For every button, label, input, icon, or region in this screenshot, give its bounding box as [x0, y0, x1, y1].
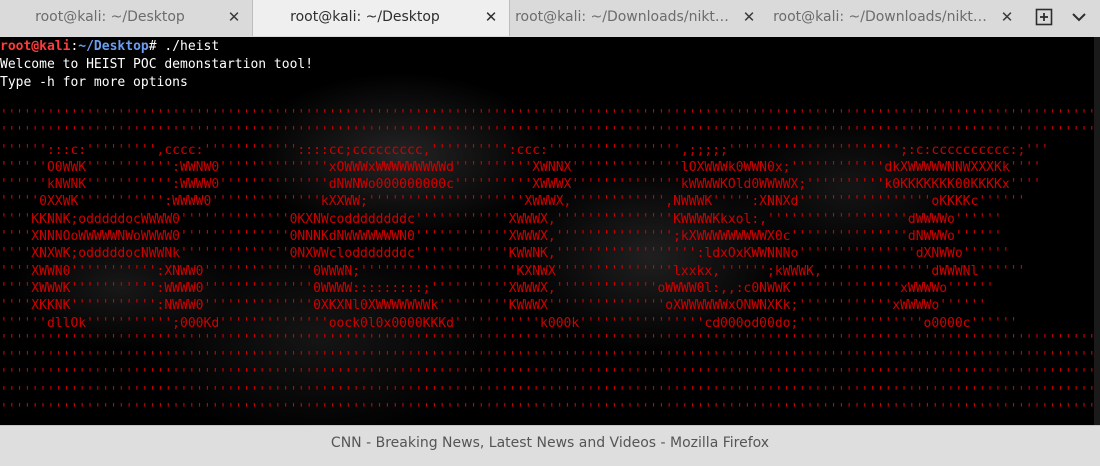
output-line: Welcome to HEIST POC demonstartion tool!	[0, 57, 314, 72]
tab-label: root@kali: ~/Desktop	[290, 9, 440, 25]
window-title-bar: CNN - Breaking News, Latest News and Vid…	[0, 425, 1100, 466]
command-text: ./heist	[164, 39, 220, 54]
output-line: Type -h for more options	[0, 75, 188, 90]
close-icon[interactable]: ✕	[999, 0, 1015, 35]
prompt-user: root@kali	[0, 39, 71, 54]
window-title: CNN - Breaking News, Latest News and Vid…	[330, 435, 770, 451]
tab-desktop-1[interactable]: root@kali: ~/Desktop ✕	[0, 0, 252, 36]
close-icon[interactable]: ✕	[741, 0, 757, 35]
tab-label: root@kali: ~/Downloads/nikt…	[515, 9, 729, 25]
tab-downloads-2[interactable]: root@kali: ~/Downloads/nikt… ✕	[767, 0, 1025, 36]
prompt-symbol: #	[148, 39, 165, 54]
tab-label: root@kali: ~/Desktop	[35, 9, 185, 25]
new-tab-icon[interactable]	[1035, 8, 1053, 26]
terminal-scrollbar[interactable]	[1094, 37, 1100, 425]
prompt-line: root@kali:~/Desktop# ./heist	[0, 38, 219, 56]
tab-desktop-2[interactable]: root@kali: ~/Desktop ✕	[252, 0, 510, 36]
tab-label: root@kali: ~/Downloads/nikt…	[773, 9, 987, 25]
heist-ascii-banner: ''''''''''''''''''''''''''''''''''''''''…	[0, 108, 1100, 418]
close-icon[interactable]: ✕	[483, 0, 499, 35]
prompt-path: ~/Desktop	[78, 39, 149, 54]
tab-downloads-1[interactable]: root@kali: ~/Downloads/nikt… ✕	[509, 0, 767, 36]
chevron-down-icon[interactable]	[1072, 12, 1086, 22]
terminal-tab-bar: root@kali: ~/Desktop ✕ root@kali: ~/Desk…	[0, 0, 1100, 38]
terminal-output[interactable]: root@kali:~/Desktop# ./heist Welcome to …	[0, 37, 1100, 425]
close-icon[interactable]: ✕	[226, 0, 242, 35]
